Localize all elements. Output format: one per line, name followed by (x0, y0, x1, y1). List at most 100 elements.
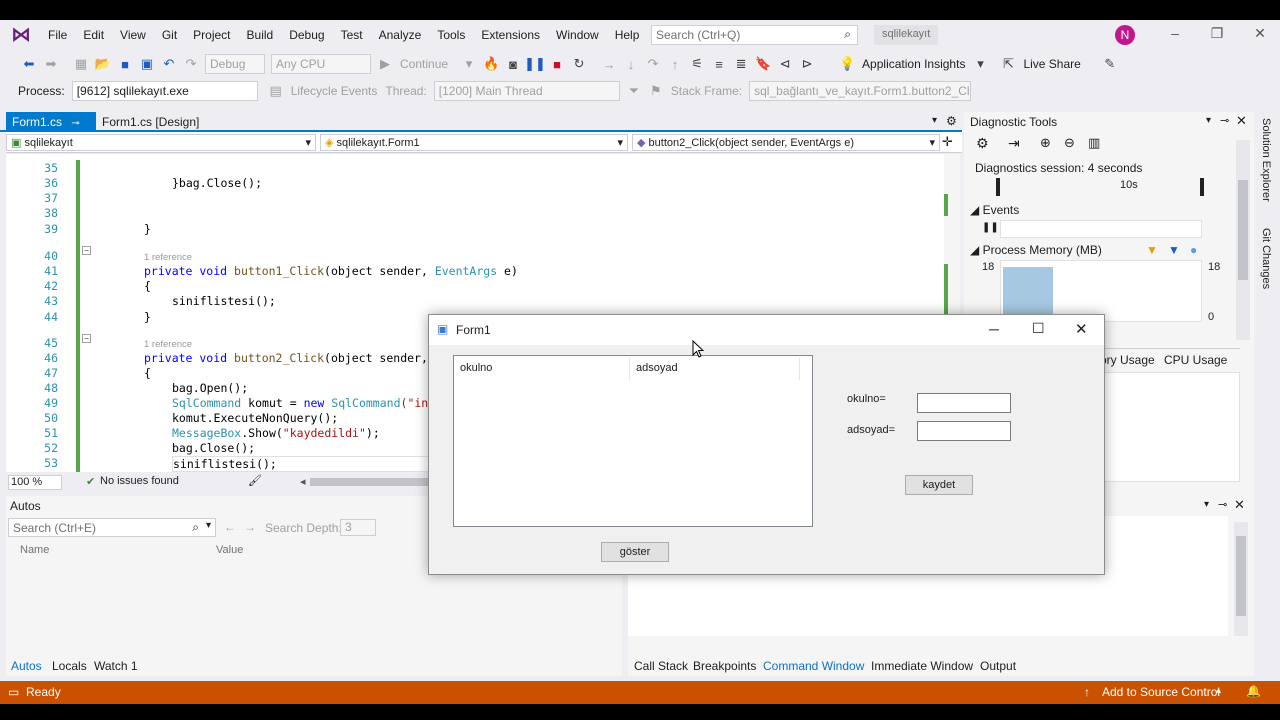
add-to-source-control-button[interactable]: Add to Source Control (1102, 685, 1220, 699)
tab-dropdown-icon[interactable]: ▾ (932, 115, 937, 126)
codelens-reference[interactable]: 1 reference (144, 339, 192, 350)
chevron-down-icon[interactable]: ▾ (1206, 115, 1211, 126)
tab-git-changes[interactable]: Git Changes (1260, 228, 1272, 289)
column-name[interactable]: Name (20, 544, 49, 556)
tab-command-window[interactable]: Command Window (763, 656, 864, 676)
chevron-down-icon[interactable]: ▾ (1204, 499, 1209, 510)
menu-build[interactable]: Build (239, 20, 282, 50)
continue-icon[interactable]: ▶ (374, 56, 396, 72)
split-editor-icon[interactable]: ✛ (942, 134, 953, 150)
bookmark-icon[interactable]: 🔖 (752, 56, 774, 72)
thread-dropdown[interactable]: [1200] Main Thread (433, 81, 620, 101)
command-scrollbar[interactable] (1234, 522, 1248, 636)
column-adsoyad[interactable]: adsoyad (630, 358, 800, 380)
avatar[interactable]: N (1115, 25, 1135, 45)
process-dropdown[interactable]: [9612] sqlilekayıt.exe (71, 81, 258, 101)
maximize-icon[interactable]: ☐ (1032, 320, 1045, 337)
tab-memory-usage[interactable]: ory Usage (1100, 353, 1155, 367)
close-icon[interactable]: ✕ (1236, 113, 1247, 129)
feedback-icon[interactable]: ✎ (1099, 56, 1121, 72)
back-icon[interactable]: ⬅ (18, 56, 40, 72)
menu-analyze[interactable]: Analyze (371, 20, 430, 50)
continue-button[interactable]: Continue (396, 57, 452, 71)
minimize-icon[interactable]: – (1165, 25, 1185, 41)
application-insights-button[interactable]: Application Insights (858, 57, 969, 71)
tab-locals[interactable]: Locals (52, 656, 87, 676)
bookmark-next-icon[interactable]: ⊳ (796, 56, 818, 72)
config-dropdown[interactable]: Debug (205, 54, 265, 74)
zoom-in-icon[interactable]: ⊕ (1040, 135, 1051, 151)
menu-help[interactable]: Help (607, 20, 648, 50)
minimize-icon[interactable]: ─ (989, 321, 999, 337)
zoom-out-icon[interactable]: ⊖ (1064, 135, 1075, 151)
breakpoint-toggle-icon[interactable]: ⚟ (686, 56, 708, 72)
undo-icon[interactable]: ↶ (158, 56, 180, 72)
tab-watch-1[interactable]: Watch 1 (94, 656, 138, 676)
tab-form1-cs[interactable]: Form1.cs ⊸ ✕ (6, 112, 96, 143)
close-icon[interactable]: ✕ (1075, 320, 1088, 338)
restart-icon[interactable]: ↻ (568, 56, 590, 72)
tab-form1-design[interactable]: Form1.cs [Design] (96, 112, 216, 132)
kaydet-button[interactable]: kaydet (905, 475, 973, 495)
zoom-dropdown[interactable]: 100 % (8, 475, 62, 490)
pin-icon[interactable]: ⊸ (1218, 498, 1227, 511)
process-memory-section[interactable]: ◢ Process Memory (MB) (970, 243, 1102, 257)
hot-reload-icon[interactable]: 🔥 (480, 56, 502, 72)
tab-breakpoints[interactable]: Breakpoints (693, 656, 756, 676)
comment-icon[interactable]: ≡ (708, 57, 730, 72)
step-over-icon[interactable]: ↷ (642, 56, 664, 72)
filter-icon[interactable]: ⏷ (623, 83, 645, 99)
chevron-down-icon[interactable]: ▾ (206, 520, 211, 531)
menu-test[interactable]: Test (333, 20, 371, 50)
chevron-down-icon[interactable]: ▾ (458, 56, 480, 72)
notifications-icon[interactable]: 🔔 (1246, 684, 1261, 698)
lifecycle-events-dropdown[interactable]: Lifecycle Events (287, 84, 382, 98)
settings-gear-icon[interactable]: ⚙ (976, 135, 989, 152)
tab-call-stack[interactable]: Call Stack (634, 656, 688, 676)
close-icon[interactable]: ✕ (1250, 25, 1270, 42)
menu-file[interactable]: File (40, 20, 75, 50)
open-icon[interactable]: 📂 (92, 56, 114, 72)
scroll-thumb[interactable] (1238, 180, 1248, 280)
redo-icon[interactable]: ↷ (180, 56, 202, 72)
form1-titlebar[interactable]: ▣ Form1 ─ ☐ ✕ (429, 315, 1104, 345)
tab-output[interactable]: Output (980, 656, 1016, 676)
stop-icon[interactable]: ■ (546, 57, 568, 72)
student-listview[interactable]: okulno adsoyad (453, 355, 813, 527)
new-item-icon[interactable]: ▦ (70, 56, 92, 72)
bookmark-prev-icon[interactable]: ⊲ (774, 56, 796, 72)
menu-view[interactable]: View (112, 20, 154, 50)
column-okulno[interactable]: okulno (454, 358, 630, 380)
save-all-icon[interactable]: ▣ (136, 56, 158, 72)
autos-search-input[interactable]: Search (Ctrl+E) ⌕ ▾ (8, 518, 216, 537)
tab-autos[interactable]: Autos (11, 656, 42, 676)
tab-solution-explorer[interactable]: Solution Explorer (1260, 118, 1272, 202)
step-out-icon[interactable]: ↑ (664, 57, 686, 72)
chevron-down-icon[interactable]: ▾ (969, 56, 991, 72)
stack-frame-dropdown[interactable]: sql_bağlantı_ve_kayıt.Form1.button2_Clic… (749, 81, 972, 101)
tab-immediate-window[interactable]: Immediate Window (871, 656, 973, 676)
search-back-icon[interactable]: ← (224, 520, 236, 534)
menu-tools[interactable]: Tools (429, 20, 473, 50)
select-tools-icon[interactable]: ⇥ (1008, 135, 1020, 152)
menu-project[interactable]: Project (185, 20, 238, 50)
close-icon[interactable]: ✕ (1234, 497, 1245, 513)
brush-icon[interactable]: 🖌 (248, 474, 262, 487)
goster-button[interactable]: göster (601, 542, 669, 562)
adsoyad-input[interactable] (917, 421, 1011, 441)
break-all-icon[interactable]: ❚❚ (524, 56, 546, 72)
fold-toggle-icon[interactable]: − (82, 246, 91, 255)
chevron-up-icon[interactable]: ▴ (1216, 685, 1221, 696)
live-share-button[interactable]: Live Share (1019, 57, 1084, 71)
menu-git[interactable]: Git (154, 20, 185, 50)
menu-edit[interactable]: Edit (75, 20, 112, 50)
member-dropdown[interactable]: ◆ button2_Click(object sender, EventArgs… (632, 134, 940, 151)
scroll-thumb[interactable] (1236, 536, 1246, 616)
pin-icon[interactable]: ⊸ (1220, 114, 1229, 127)
platform-dropdown[interactable]: Any CPU (271, 54, 371, 74)
menu-extensions[interactable]: Extensions (473, 20, 548, 50)
uncomment-icon[interactable]: ≣ (730, 56, 752, 72)
horizontal-scrollbar[interactable] (310, 478, 430, 486)
project-dropdown[interactable]: ▣ sqlilekayıt ▾ (6, 134, 316, 151)
menu-debug[interactable]: Debug (281, 20, 332, 50)
